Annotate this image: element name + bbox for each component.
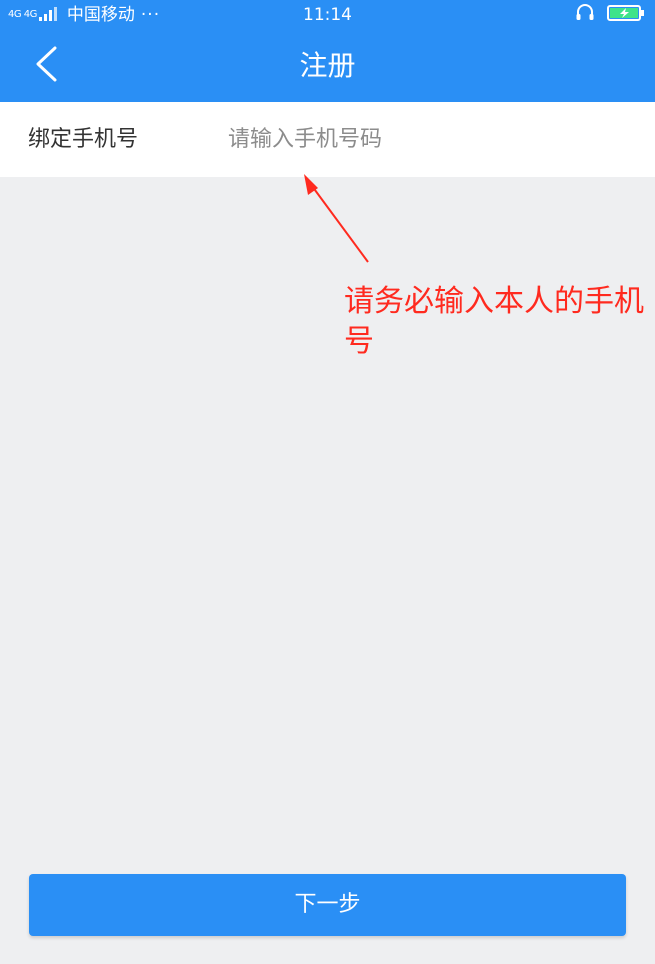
next-step-button[interactable]: 下一步 bbox=[29, 874, 626, 936]
nav-bar: 注册 bbox=[0, 30, 655, 102]
status-bar: 4G 4G 中国移动 ··· 11:14 bbox=[0, 0, 655, 30]
phone-label: 绑定手机号 bbox=[28, 127, 139, 152]
annotation-text: 请务必输入本人的手机号 bbox=[344, 284, 644, 359]
status-time: 11:14 bbox=[303, 5, 352, 25]
phone-input[interactable] bbox=[228, 116, 628, 162]
chevron-left-icon bbox=[33, 46, 59, 86]
app-header: 4G 4G 中国移动 ··· 11:14 注册 bbox=[0, 0, 655, 102]
page-title: 注册 bbox=[299, 49, 356, 82]
headset-icon bbox=[575, 4, 595, 26]
back-button[interactable] bbox=[18, 42, 74, 90]
phone-field-row: 绑定手机号 bbox=[0, 102, 655, 177]
battery-charging-icon bbox=[607, 4, 645, 26]
status-right bbox=[575, 4, 645, 26]
